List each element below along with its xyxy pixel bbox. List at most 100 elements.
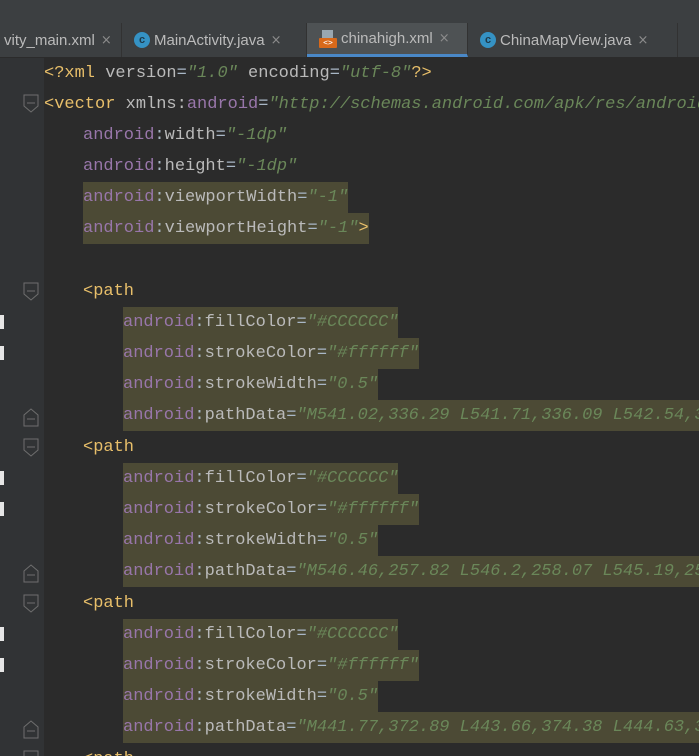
tab-chinamapview-java[interactable]: c ChinaMapView.java × — [468, 23, 678, 57]
code-line-path-fill-color: android:fillColor="#CCCCCC" — [123, 307, 399, 338]
tab-mainactivity-java[interactable]: c MainActivity.java × — [122, 23, 307, 57]
attr-sep: : — [194, 406, 205, 425]
attr-eq: = — [297, 188, 308, 207]
attr-eq: = — [215, 126, 226, 145]
attr-sep: : — [194, 625, 205, 644]
attr-value: "#ffffff" — [327, 500, 419, 519]
code-line-path-stroke-color: android:strokeColor="#ffffff" — [123, 650, 419, 681]
xmlns-name: android — [186, 95, 259, 114]
code-line-path-data: android:pathData="M546.46,257.82 L546.2,… — [123, 556, 699, 587]
fold-open-icon[interactable] — [23, 282, 39, 302]
attr-eq: = — [316, 500, 328, 519]
attr-namespace: android — [123, 656, 195, 675]
xml-decl-eq: = — [176, 64, 187, 83]
attr-namespace: android — [83, 219, 155, 238]
fold-open-icon[interactable] — [23, 438, 39, 458]
xmlns-eq: = — [258, 95, 269, 114]
attr-name: strokeWidth — [204, 531, 317, 550]
change-marker — [0, 471, 4, 485]
code-line-path-fill-color: android:fillColor="#CCCCCC" — [123, 463, 399, 494]
code-line-path-stroke-width: android:strokeWidth="0.5" — [123, 681, 379, 712]
tab-activity-main-xml[interactable]: vity_main.xml × — [0, 23, 122, 57]
code-line-path-open: <path — [83, 432, 134, 463]
code-editor[interactable]: <?xml version="1.0" encoding="utf-8"?> <… — [44, 58, 699, 756]
fold-close-icon[interactable] — [23, 563, 39, 583]
path-tag: <path — [83, 282, 135, 301]
attr-value: "0.5" — [327, 531, 379, 550]
attr-name: viewportWidth — [164, 188, 298, 207]
attr-name: fillColor — [204, 313, 297, 332]
code-line-vector-open: <vector xmlns:android="http://schemas.an… — [44, 89, 699, 120]
window-top-strip — [0, 0, 699, 23]
path-tag: <path — [83, 594, 135, 613]
fold-open-icon[interactable] — [23, 94, 39, 114]
attr-sep: : — [154, 126, 165, 145]
attr-value: "#CCCCCC" — [306, 313, 399, 332]
tab-close-icon[interactable]: × — [637, 33, 648, 48]
attr-name: width — [164, 126, 216, 145]
attr-sep: : — [194, 656, 205, 675]
attr-sep: : — [194, 344, 205, 363]
attr-namespace: android — [123, 344, 195, 363]
vector-tag: <vector — [44, 95, 126, 114]
attr-namespace: android — [123, 562, 195, 581]
ide-window: vity_main.xml × c MainActivity.java × <>… — [0, 0, 699, 756]
tab-close-icon[interactable]: × — [101, 33, 112, 48]
code-line-path-data: android:pathData="M441.77,372.89 L443.66… — [123, 712, 699, 743]
xml-decl-version-value: "1.0" — [186, 64, 238, 83]
attr-name: strokeColor — [204, 344, 317, 363]
fold-open-icon[interactable] — [23, 594, 39, 614]
xml-decl-open: <?xml — [44, 64, 106, 83]
code-line-path-fill-color: android:fillColor="#CCCCCC" — [123, 619, 399, 650]
code-line-path-stroke-color: android:strokeColor="#ffffff" — [123, 494, 419, 525]
attr-namespace: android — [83, 188, 155, 207]
tab-close-icon[interactable]: × — [271, 33, 282, 48]
attr-eq: = — [316, 687, 328, 706]
tab-chinahigh-xml[interactable]: <> chinahigh.xml × — [307, 23, 468, 57]
editor-tab-bar: vity_main.xml × c MainActivity.java × <>… — [0, 23, 699, 58]
xmlns-attr: xmlns: — [125, 95, 187, 114]
attr-namespace: android — [83, 157, 155, 176]
attr-value: "M546.46,257.82 L546.2,258.07 L545.19,25… — [296, 562, 699, 581]
attr-sep: : — [194, 375, 205, 394]
attr-eq: = — [286, 406, 297, 425]
attr-value: "-1dp" — [236, 157, 298, 176]
attr-sep: : — [194, 313, 205, 332]
attr-sep: : — [194, 718, 205, 737]
code-line-path-open: <path — [83, 744, 134, 756]
fold-close-icon[interactable] — [23, 407, 39, 427]
attr-eq: = — [316, 375, 328, 394]
attr-namespace: android — [123, 625, 195, 644]
attr-namespace: android — [123, 718, 195, 737]
attr-name: pathData — [204, 406, 287, 425]
change-marker — [0, 346, 4, 360]
attr-eq: = — [225, 157, 237, 176]
fold-close-icon[interactable] — [23, 719, 39, 739]
tab-label: vity_main.xml — [4, 31, 95, 49]
fold-open-icon[interactable] — [23, 750, 39, 756]
code-line-path-stroke-color: android:strokeColor="#ffffff" — [123, 338, 419, 369]
attr-namespace: android — [123, 531, 195, 550]
attr-eq: = — [296, 469, 307, 488]
tab-label: ChinaMapView.java — [500, 31, 632, 49]
attr-eq: = — [286, 562, 297, 581]
path-tag: <path — [83, 438, 135, 457]
tag-close: > — [358, 219, 369, 238]
attr-namespace: android — [83, 126, 155, 145]
attr-namespace: android — [123, 687, 195, 706]
attr-eq: = — [316, 344, 328, 363]
attr-eq: = — [316, 531, 328, 550]
attr-name: strokeColor — [204, 656, 317, 675]
attr-value: "0.5" — [327, 687, 379, 706]
attr-namespace: android — [123, 375, 195, 394]
attr-name: strokeWidth — [204, 687, 317, 706]
attr-sep: : — [194, 562, 205, 581]
attr-name: fillColor — [204, 469, 297, 488]
attr-value: "#CCCCCC" — [306, 469, 399, 488]
attr-name: viewportHeight — [164, 219, 308, 238]
code-line-vector-width: android:width="-1dp" — [83, 120, 287, 151]
attr-eq: = — [296, 313, 307, 332]
attr-name: strokeWidth — [204, 375, 317, 394]
tab-close-icon[interactable]: × — [439, 31, 450, 46]
editor-gutter — [0, 58, 44, 756]
